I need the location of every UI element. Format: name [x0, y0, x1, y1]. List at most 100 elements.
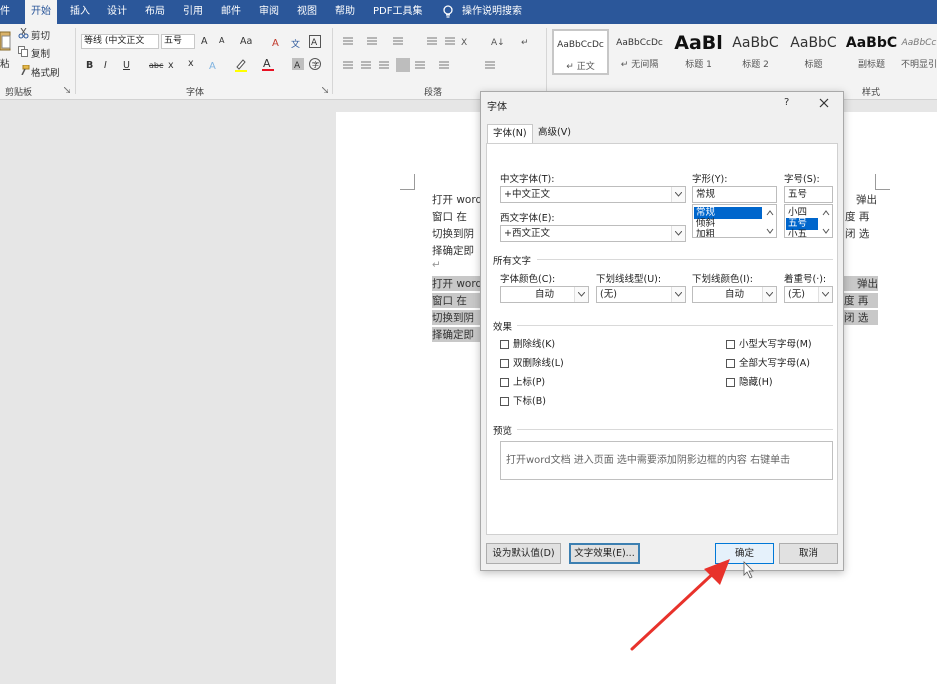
tab-file[interactable]: 件 [0, 0, 10, 24]
tab-pdf-tools[interactable]: PDF工具集 [373, 0, 422, 24]
tell-me-search[interactable]: 操作说明搜索 [462, 0, 522, 24]
bold-button[interactable]: B [86, 60, 93, 71]
enclose-circle-icon[interactable]: 字 [309, 58, 321, 70]
paste-icon[interactable] [0, 30, 12, 52]
style-subtle-emphasis[interactable]: AaBbCc 不明显引 [901, 29, 937, 75]
font-size-combo[interactable]: 五号 [161, 34, 195, 49]
copy-button[interactable]: 复制 [31, 46, 50, 60]
chevron-down-icon[interactable] [764, 225, 776, 237]
text-effects-icon[interactable]: A [208, 59, 220, 71]
group-separator [546, 28, 547, 94]
tab-view[interactable]: 视图 [297, 0, 317, 24]
style-heading-1[interactable]: AaBl 标题 1 [670, 29, 727, 75]
section-divider [537, 259, 833, 260]
paragraph-tools-icon[interactable]: X A↓ ↵ [341, 34, 537, 74]
shrink-font-button[interactable]: A [219, 36, 224, 45]
chevron-down-icon [818, 287, 832, 302]
superscript-checkbox[interactable]: 上标(P) [500, 376, 545, 389]
superscript-button[interactable]: x [188, 58, 194, 69]
underline-style-select[interactable]: (无) [596, 286, 686, 303]
underline-button[interactable]: U [123, 60, 130, 71]
emphasis-mark-select[interactable]: (无) [784, 286, 833, 303]
selected-text-line: 打开 word [432, 276, 483, 291]
style-subtitle[interactable]: AaBbC 副标题 [843, 29, 900, 75]
paste-label[interactable]: 粘 [0, 56, 10, 70]
tab-font[interactable]: 字体(N) [487, 124, 533, 144]
style-title[interactable]: AaBbC 标题 [785, 29, 842, 75]
phonetic-guide-icon[interactable]: 文 [291, 36, 303, 48]
change-case-button[interactable]: Aa [240, 36, 252, 47]
char-shading-icon[interactable]: A [292, 58, 304, 70]
lightbulb-icon [443, 5, 453, 18]
small-caps-checkbox[interactable]: 小型大写字母(M) [726, 338, 812, 351]
styles-gallery: AaBbCcDc ↵ 正文 AaBbCcDc ↵ 无间隔 AaBl 标题 1 A… [549, 29, 937, 75]
svg-text:↵: ↵ [521, 38, 529, 48]
list-item[interactable]: 小五 [786, 229, 807, 237]
chevron-down-icon[interactable] [820, 225, 832, 237]
group-separator [332, 28, 333, 94]
styles-group-label: 样式 [862, 88, 881, 98]
help-button[interactable]: ? [784, 97, 789, 108]
tab-help[interactable]: 帮助 [335, 0, 355, 24]
west-font-label: 西文字体(E): [500, 213, 555, 224]
chevron-up-icon[interactable] [764, 207, 776, 219]
list-item[interactable]: 加粗 [694, 229, 715, 237]
checkbox-box [726, 378, 735, 387]
dialog-launcher-icon[interactable] [64, 87, 70, 93]
tab-mailings[interactable]: 邮件 [221, 0, 241, 24]
style-normal[interactable]: AaBbCcDc ↵ 正文 [552, 29, 609, 75]
font-size-list[interactable]: 小四 五号 小五 [784, 204, 833, 238]
font-size-label: 字号(S): [784, 174, 820, 185]
format-painter-button[interactable]: 格式刷 [31, 65, 60, 79]
chevron-down-icon [671, 226, 685, 241]
section-divider [517, 325, 833, 326]
cn-font-select[interactable]: +中文正文 [500, 186, 686, 203]
font-size-input[interactable]: 五号 [784, 186, 833, 203]
font-name-combo[interactable]: 等线 (中文正文 [81, 34, 159, 49]
hidden-checkbox[interactable]: 隐藏(H) [726, 376, 773, 389]
paragraph-group-label: 段落 [424, 88, 443, 98]
selected-text-line: 窗口 在 [432, 293, 480, 308]
double-strikethrough-checkbox[interactable]: 双删除线(L) [500, 357, 564, 370]
subscript-button[interactable]: x [168, 60, 174, 71]
cancel-button[interactable]: 取消 [779, 543, 838, 564]
grow-font-button[interactable]: A [201, 36, 208, 47]
preview-section: 预览 [493, 426, 513, 437]
preview-box: 打开word文档 进入页面 选中需要添加阴影边框的内容 右键单击 [500, 441, 833, 480]
underline-color-select[interactable]: 自动 [692, 286, 777, 303]
clear-format-icon[interactable]: A [272, 36, 284, 48]
tab-review[interactable]: 审阅 [259, 0, 279, 24]
group-separator [75, 28, 76, 94]
font-style-input[interactable]: 常规 [692, 186, 777, 203]
font-color-select[interactable]: 自动 [500, 286, 589, 303]
mouse-cursor-icon [743, 561, 754, 579]
tab-advanced[interactable]: 高级(V) [533, 124, 576, 142]
doc-text-line: 择确定即 [432, 245, 474, 257]
enclose-char-icon[interactable]: A [309, 35, 321, 48]
font-color-icon[interactable]: A [262, 57, 274, 71]
svg-text:A: A [263, 57, 271, 70]
tab-home[interactable]: 开始 [25, 0, 57, 24]
close-icon[interactable] [817, 96, 831, 110]
tab-design[interactable]: 设计 [107, 0, 127, 24]
subscript-checkbox[interactable]: 下标(B) [500, 395, 546, 408]
all-caps-checkbox[interactable]: 全部大写字母(A) [726, 357, 810, 370]
style-no-spacing[interactable]: AaBbCcDc ↵ 无间隔 [611, 29, 668, 75]
svg-text:字: 字 [312, 60, 319, 69]
tab-references[interactable]: 引用 [183, 0, 203, 24]
tab-insert[interactable]: 插入 [70, 0, 90, 24]
style-heading-2[interactable]: AaBbC 标题 2 [727, 29, 784, 75]
cut-button[interactable]: 剪切 [31, 28, 50, 42]
font-style-list[interactable]: 常规 倾斜 加粗 [692, 204, 777, 238]
italic-button[interactable]: I [104, 60, 107, 71]
highlight-icon[interactable] [234, 58, 248, 72]
font-dialog-launcher-icon[interactable] [322, 87, 328, 93]
ribbon-home: 粘 剪切 复制 格式刷 剪贴板 等线 (中文正文 五号 A A Aa A 文 A… [0, 24, 937, 100]
chevron-up-icon[interactable] [820, 207, 832, 219]
tab-layout[interactable]: 布局 [145, 0, 165, 24]
strikethrough-checkbox[interactable]: 删除线(K) [500, 338, 555, 351]
west-font-select[interactable]: +西文正文 [500, 225, 686, 242]
section-divider [517, 429, 833, 430]
set-default-button[interactable]: 设为默认值(D) [486, 543, 561, 564]
strikethrough-button[interactable]: abc [149, 61, 163, 70]
